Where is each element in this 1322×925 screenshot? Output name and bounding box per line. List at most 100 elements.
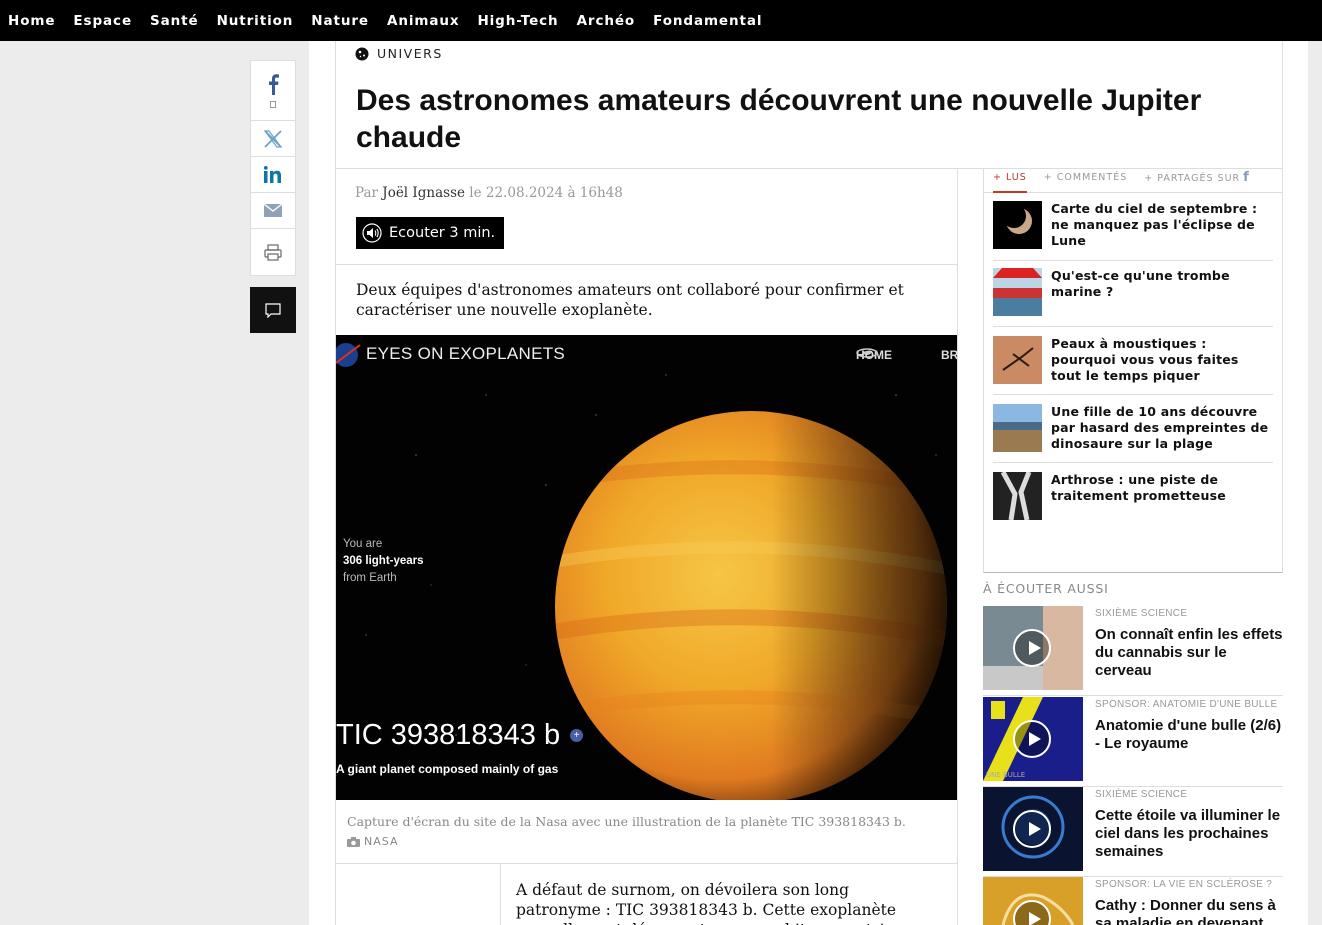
listen-label: Ecouter 3 min.: [389, 225, 496, 241]
nav-high-tech[interactable]: High-Tech: [477, 13, 558, 29]
eyes-on-exoplanets-title: EYES ON EXOPLANETS: [366, 344, 566, 363]
tab-most-commented[interactable]: + COMMENTÉS: [1044, 172, 1127, 183]
rubric[interactable]: UNIVERS: [355, 46, 443, 61]
play-icon: [1013, 810, 1051, 848]
popular-thumbnail: [993, 404, 1042, 452]
share-facebook-button[interactable]: [251, 61, 295, 121]
play-icon: [1013, 629, 1051, 667]
share-linkedin-button[interactable]: [251, 157, 295, 193]
article-lead: Deux équipes d'astronomes amateurs ont c…: [356, 281, 904, 319]
nav-animaux[interactable]: Animaux: [387, 13, 459, 29]
author-link[interactable]: Joël Ignasse: [382, 185, 465, 201]
podcast-kicker: SIXIÈME SCIENCE: [1095, 608, 1188, 619]
rubric-label: UNIVERS: [377, 46, 443, 61]
podcast-title: Anatomie d'une bulle (2/6) - Le royaume: [1095, 717, 1282, 752]
podcast-item[interactable]: SPONSOR: LA VIE EN SCLÉROSE ? Cathy : Do…: [983, 877, 1283, 925]
podcast-cover: UNE BULLE: [983, 697, 1083, 781]
podcast-item[interactable]: SIXIÈME SCIENCE Cette étoile va illumine…: [983, 787, 1283, 877]
podcast-cover: [983, 877, 1083, 925]
tab-most-shared[interactable]: + PARTAGÉS SUR f: [1144, 170, 1250, 185]
distance-value: 306 light-years: [343, 555, 424, 567]
popular-thumbnail: [993, 268, 1042, 316]
tab-most-read[interactable]: + LUS: [993, 172, 1027, 183]
divider: [335, 863, 958, 864]
facebook-icon: [269, 74, 279, 95]
share-email-button[interactable]: [251, 193, 295, 229]
nav-home[interactable]: Home: [8, 13, 55, 29]
print-button[interactable]: [251, 229, 295, 275]
podcast-title: Cathy : Donner du sens à sa maladie en d…: [1095, 897, 1276, 925]
play-icon: [1013, 720, 1051, 758]
nav-sante[interactable]: Santé: [150, 13, 199, 29]
linkedin-icon: [264, 166, 281, 183]
x-icon: [264, 129, 282, 148]
nav-fondamental[interactable]: Fondamental: [653, 13, 762, 29]
podcast-title: Cette étoile va illuminer le ciel dans l…: [1095, 807, 1281, 860]
plus-icon: +: [570, 729, 584, 742]
podcast-kicker: SIXIÈME SCIENCE: [1095, 789, 1188, 800]
galaxy-icon: [856, 348, 878, 358]
popular-tabs: + LUS + COMMENTÉS + PARTAGÉS SUR f: [993, 170, 1250, 185]
popular-item[interactable]: Qu'est-ce qu'une trombe marine ?: [993, 268, 1273, 327]
distance-readout: You are 306 light-years from Earth: [343, 536, 424, 587]
speaker-icon: [362, 223, 382, 243]
byline-date: le 22.08.2024 à 16h48: [469, 185, 623, 201]
listen-article-button[interactable]: Ecouter 3 min.: [356, 217, 504, 249]
nav-archeo[interactable]: Archéo: [577, 13, 636, 29]
podcast-kicker: SPONSOR: ANATOMIE D'UNE BULLE: [1095, 699, 1278, 710]
hero-image[interactable]: EYES ON EXOPLANETS HOME BR You are 306 l…: [336, 335, 957, 800]
popular-item[interactable]: Carte du ciel de septembre : ne manquez …: [993, 201, 1273, 261]
popular-title: Qu'est-ce qu'une trombe marine ?: [1051, 268, 1230, 299]
nav-nutrition[interactable]: Nutrition: [217, 13, 294, 29]
byline: Par Joël Ignasse le 22.08.2024 à 16h48: [355, 185, 623, 201]
nav-nature[interactable]: Nature: [311, 13, 369, 29]
divider: [500, 864, 501, 925]
nav-espace[interactable]: Espace: [73, 13, 132, 29]
share-bar: [250, 60, 296, 276]
image-caption: Capture d'écran du site de la Nasa avec …: [347, 814, 906, 829]
planet-name-text: TIC 393818343 b: [336, 719, 561, 751]
active-tab-indicator: [993, 191, 1027, 193]
share-x-button[interactable]: [251, 121, 295, 157]
hero-browse-label: BR: [941, 348, 957, 362]
divider: [335, 264, 958, 265]
comment-icon: [265, 302, 281, 318]
popular-thumbnail: [993, 336, 1042, 384]
hero-home-link: HOME: [856, 348, 892, 362]
podcast-cover-text: UNE BULLE: [986, 771, 1026, 779]
article-body: A défaut de surnom, on dévoilera son lon…: [516, 881, 914, 925]
popular-title: Carte du ciel de septembre : ne manquez …: [1051, 201, 1258, 248]
popular-title: Peaux à moustiques : pourquoi vous vous …: [1051, 336, 1239, 383]
popular-title: Arthrose : une piste de traitement prome…: [1051, 472, 1226, 503]
article-title: Des astronomes amateurs découvrent une n…: [356, 84, 1202, 154]
distance-line-3: from Earth: [343, 572, 397, 584]
tab-most-shared-label: + PARTAGÉS SUR: [1144, 173, 1241, 184]
podcast-item[interactable]: UNE BULLE SPONSOR: ANATOMIE D'UNE BULLE …: [983, 697, 1283, 787]
top-nav: Home Espace Santé Nutrition Nature Anima…: [0, 0, 1322, 41]
credit-label: NASA: [364, 835, 399, 848]
podcast-cover: [983, 787, 1083, 871]
popular-thumbnail: [993, 472, 1042, 520]
podcast-cover: [983, 606, 1083, 690]
planet-name: TIC 393818343 b +: [336, 719, 584, 752]
popular-item[interactable]: Une fille de 10 ans découvre par hasard …: [993, 404, 1273, 463]
facebook-share-count: [270, 101, 276, 108]
comments-button[interactable]: [250, 287, 296, 333]
universe-icon: [355, 47, 369, 60]
podcast-title: On connaît enfin les effets du cannabis …: [1095, 626, 1283, 679]
byline-prefix: Par: [355, 185, 378, 201]
divider: [984, 192, 1282, 193]
printer-icon: [264, 243, 282, 261]
planet-description: A giant planet composed mainly of gas: [336, 762, 559, 776]
popular-item[interactable]: Arthrose : une piste de traitement prome…: [993, 472, 1273, 532]
podcast-item[interactable]: SIXIÈME SCIENCE On connaît enfin les eff…: [983, 606, 1283, 696]
image-credit: NASA: [347, 835, 398, 848]
listen-also-heading: À ÉCOUTER AUSSI: [983, 581, 1109, 596]
camera-icon: [347, 836, 360, 847]
popular-item[interactable]: Peaux à moustiques : pourquoi vous vous …: [993, 336, 1273, 395]
popular-thumbnail: [993, 201, 1042, 249]
mail-icon: [264, 204, 282, 217]
podcast-kicker: SPONSOR: LA VIE EN SCLÉROSE ?: [1095, 879, 1273, 890]
popular-title: Une fille de 10 ans découvre par hasard …: [1051, 404, 1269, 451]
distance-line-1: You are: [343, 538, 383, 550]
